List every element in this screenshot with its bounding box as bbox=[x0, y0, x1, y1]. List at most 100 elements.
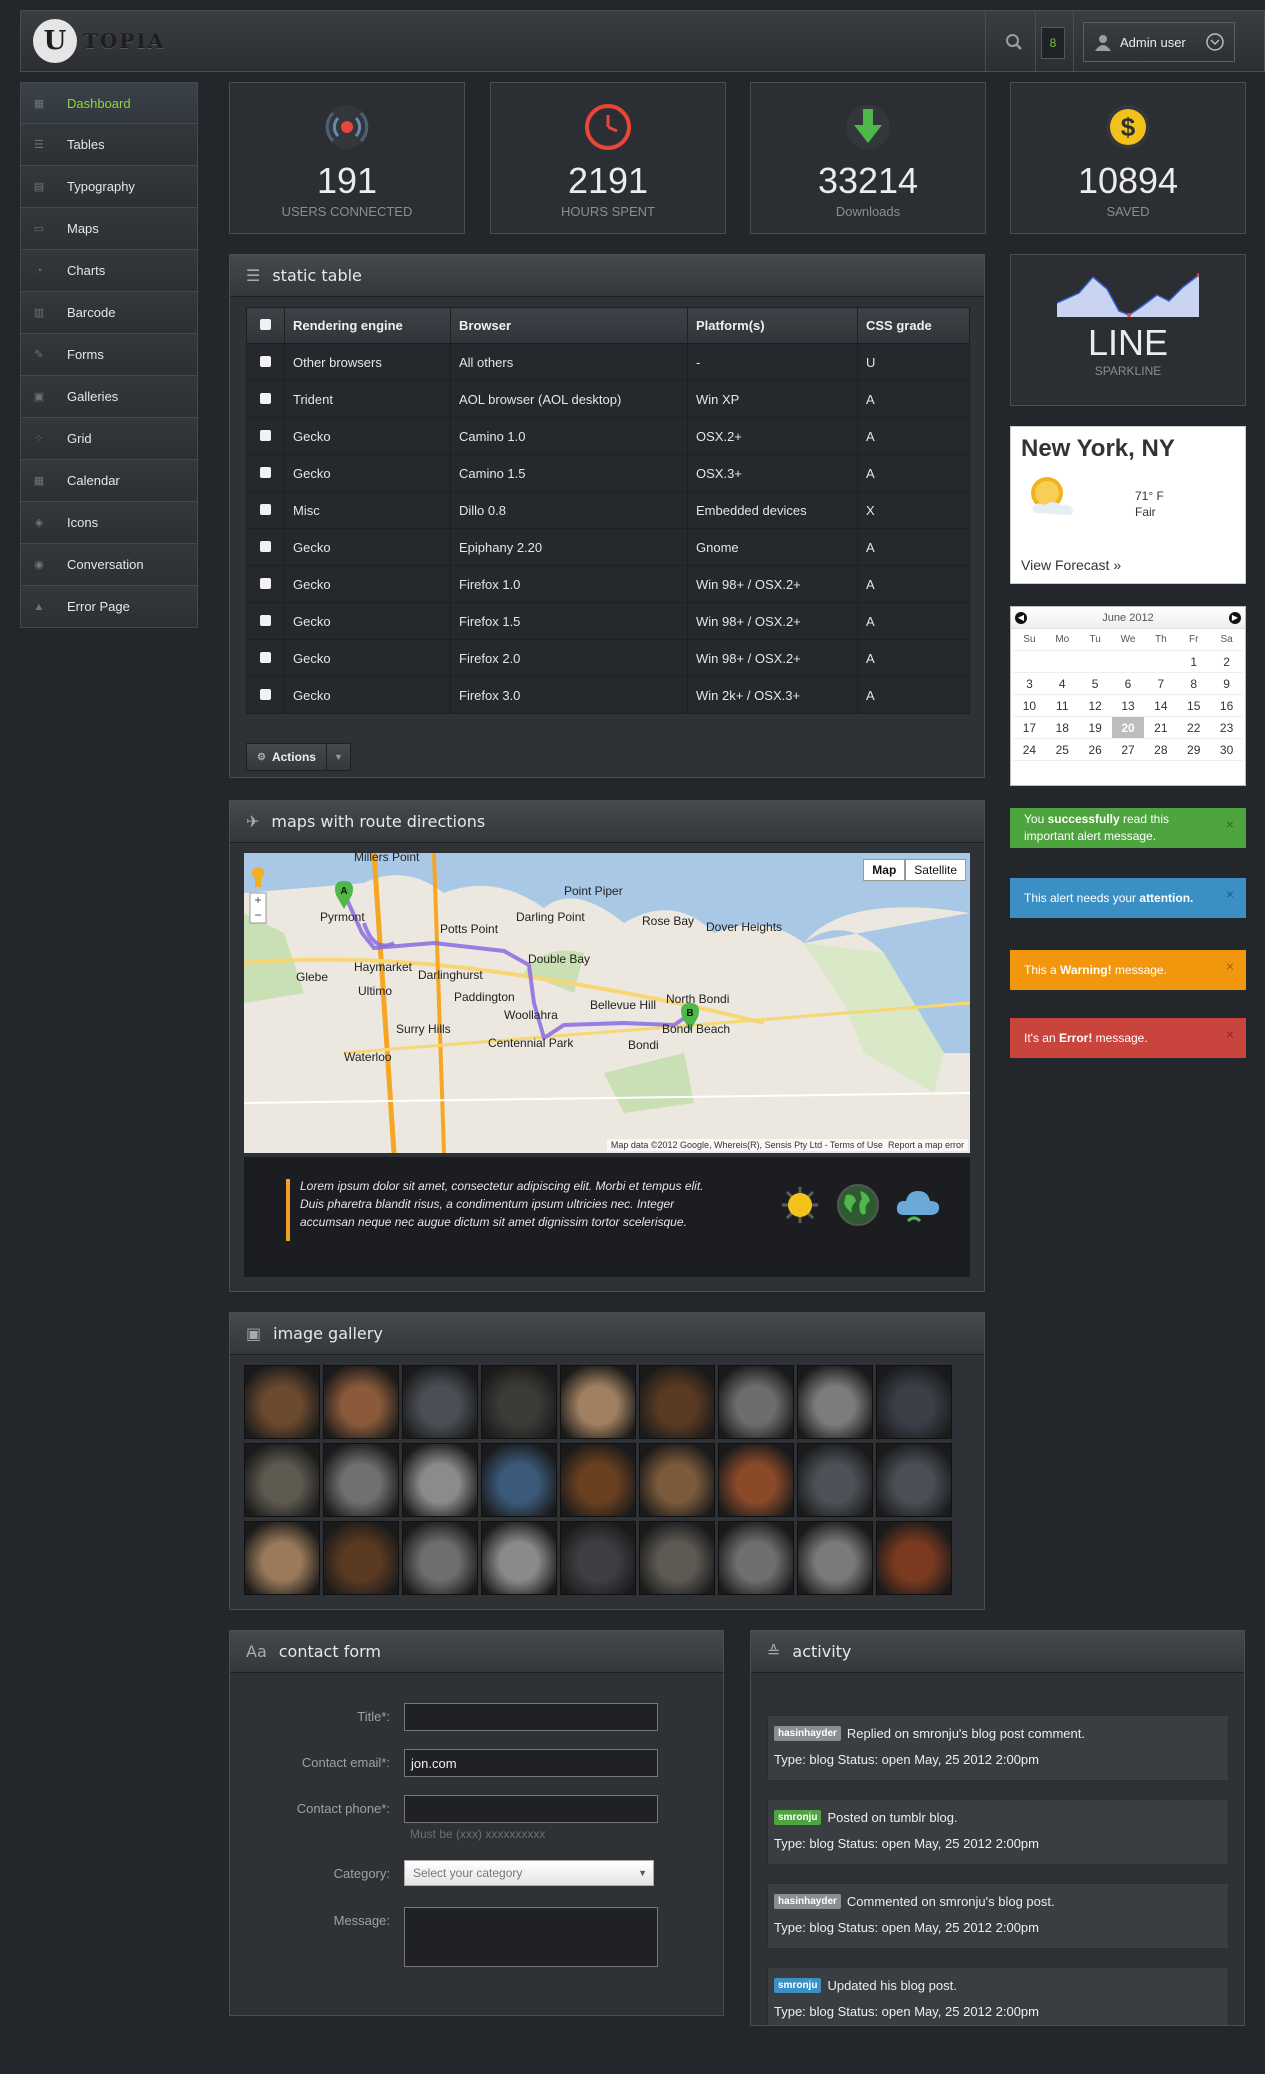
column-header[interactable]: Rendering engine bbox=[284, 307, 451, 344]
gallery-thumbnail[interactable] bbox=[639, 1365, 715, 1439]
sidebar-item-grid[interactable]: ⁘ Grid bbox=[20, 418, 198, 460]
calendar-day[interactable]: 19 bbox=[1078, 717, 1112, 739]
route-map[interactable]: A B Millers Point Pyrmont Potts Point Darli… bbox=[244, 853, 970, 1153]
calendar-day[interactable]: 7 bbox=[1144, 673, 1178, 695]
column-header[interactable]: Platform(s) bbox=[687, 307, 858, 344]
gallery-thumbnail[interactable] bbox=[797, 1365, 873, 1439]
notification-badge[interactable]: 8 bbox=[1041, 27, 1065, 59]
table-row[interactable]: Gecko Firefox 1.0 Win 98+ / OSX.2+ A bbox=[246, 565, 970, 603]
actions-caret-button[interactable]: ▼ bbox=[326, 743, 351, 771]
row-checkbox[interactable] bbox=[246, 602, 285, 640]
view-forecast-link[interactable]: View Forecast » bbox=[1021, 557, 1121, 573]
row-checkbox[interactable] bbox=[246, 343, 285, 381]
row-checkbox[interactable] bbox=[246, 380, 285, 418]
gallery-thumbnail[interactable] bbox=[560, 1521, 636, 1595]
gallery-thumbnail[interactable] bbox=[718, 1365, 794, 1439]
calendar-day[interactable]: 29 bbox=[1177, 739, 1211, 761]
sidebar-item-maps[interactable]: ▭ Maps bbox=[20, 208, 198, 250]
calendar-day[interactable]: 16 bbox=[1210, 695, 1243, 717]
logo[interactable]: U TOPIA bbox=[33, 19, 165, 63]
prev-month-button[interactable]: ◀ bbox=[1015, 611, 1027, 624]
gallery-thumbnail[interactable] bbox=[639, 1521, 715, 1595]
report-map-error-link[interactable]: Report a map error bbox=[888, 1140, 964, 1150]
gallery-thumbnail[interactable] bbox=[323, 1365, 399, 1439]
gallery-thumbnail[interactable] bbox=[718, 1521, 794, 1595]
calendar-day[interactable]: 30 bbox=[1210, 739, 1243, 761]
sidebar-item-typography[interactable]: ▤ Typography bbox=[20, 166, 198, 208]
calendar-day[interactable]: 6 bbox=[1111, 673, 1145, 695]
calendar-day[interactable]: 23 bbox=[1210, 717, 1243, 739]
table-row[interactable]: Gecko Epiphany 2.20 Gnome A bbox=[246, 528, 970, 566]
gallery-thumbnail[interactable] bbox=[481, 1443, 557, 1517]
gallery-thumbnail[interactable] bbox=[402, 1443, 478, 1517]
calendar-day[interactable]: 25 bbox=[1045, 739, 1079, 761]
close-icon[interactable]: × bbox=[1226, 1026, 1234, 1043]
table-row[interactable]: Trident AOL browser (AOL desktop) Win XP A bbox=[246, 380, 970, 418]
actions-button[interactable]: ⚙ Actions bbox=[246, 743, 327, 771]
gallery-thumbnail[interactable] bbox=[323, 1521, 399, 1595]
select-all-checkbox[interactable] bbox=[246, 307, 285, 344]
table-row[interactable]: Gecko Firefox 1.5 Win 98+ / OSX.2+ A bbox=[246, 602, 970, 640]
user-menu-button[interactable]: Admin user bbox=[1083, 22, 1235, 62]
calendar-day[interactable]: 20 bbox=[1111, 717, 1145, 739]
sidebar-item-charts[interactable]: ◔ Charts bbox=[20, 250, 198, 292]
calendar-day[interactable]: 4 bbox=[1045, 673, 1079, 695]
close-icon[interactable]: × bbox=[1226, 886, 1234, 903]
gallery-thumbnail[interactable] bbox=[244, 1521, 320, 1595]
calendar-day[interactable]: 3 bbox=[1013, 673, 1046, 695]
table-row[interactable]: Other browsers All others - U bbox=[246, 343, 970, 381]
gallery-thumbnail[interactable] bbox=[323, 1443, 399, 1517]
row-checkbox[interactable] bbox=[246, 528, 285, 566]
sidebar-item-error-page[interactable]: ▲ Error Page bbox=[20, 586, 198, 628]
calendar-day[interactable]: 28 bbox=[1144, 739, 1178, 761]
close-icon[interactable]: × bbox=[1226, 816, 1234, 833]
sidebar-item-calendar[interactable]: ▦ Calendar bbox=[20, 460, 198, 502]
user-tag[interactable]: hasinhayder bbox=[774, 1893, 841, 1909]
calendar-day[interactable]: 24 bbox=[1013, 739, 1046, 761]
row-checkbox[interactable] bbox=[246, 491, 285, 529]
sidebar-item-icons[interactable]: ◈ Icons bbox=[20, 502, 198, 544]
next-month-button[interactable]: ▶ bbox=[1228, 611, 1241, 624]
sidebar-item-dashboard[interactable]: ▦ Dashboard bbox=[20, 82, 198, 124]
calendar-day[interactable]: 10 bbox=[1013, 695, 1046, 717]
gallery-thumbnail[interactable] bbox=[876, 1365, 952, 1439]
category-select[interactable]: Select your category ▼ bbox=[404, 1860, 654, 1886]
calendar-day[interactable]: 17 bbox=[1013, 717, 1046, 739]
phone-input[interactable] bbox=[404, 1795, 658, 1823]
table-row[interactable]: Gecko Camino 1.5 OSX.3+ A bbox=[246, 454, 970, 492]
user-tag[interactable]: smronju bbox=[774, 1977, 822, 1993]
table-row[interactable]: Misc Dillo 0.8 Embedded devices X bbox=[246, 491, 970, 529]
table-row[interactable]: Gecko Firefox 2.0 Win 98+ / OSX.2+ A bbox=[246, 639, 970, 677]
map-view-button[interactable]: Map bbox=[863, 859, 906, 881]
calendar-day[interactable]: 5 bbox=[1078, 673, 1112, 695]
gallery-thumbnail[interactable] bbox=[560, 1365, 636, 1439]
user-tag[interactable]: smronju bbox=[774, 1809, 822, 1825]
sidebar-item-galleries[interactable]: ▣ Galleries bbox=[20, 376, 198, 418]
gallery-thumbnail[interactable] bbox=[876, 1521, 952, 1595]
gallery-thumbnail[interactable] bbox=[402, 1521, 478, 1595]
gallery-thumbnail[interactable] bbox=[797, 1521, 873, 1595]
calendar-day[interactable]: 27 bbox=[1111, 739, 1145, 761]
sidebar-item-barcode[interactable]: ▥ Barcode bbox=[20, 292, 198, 334]
calendar-day[interactable]: 15 bbox=[1177, 695, 1211, 717]
row-checkbox[interactable] bbox=[246, 454, 285, 492]
search-button[interactable] bbox=[997, 25, 1031, 59]
gallery-thumbnail[interactable] bbox=[718, 1443, 794, 1517]
calendar-day[interactable]: 18 bbox=[1045, 717, 1079, 739]
row-checkbox[interactable] bbox=[246, 417, 285, 455]
row-checkbox[interactable] bbox=[246, 639, 285, 677]
column-header[interactable]: Browser bbox=[450, 307, 688, 344]
calendar-day[interactable]: 11 bbox=[1045, 695, 1079, 717]
gallery-thumbnail[interactable] bbox=[560, 1443, 636, 1517]
calendar-day[interactable]: 12 bbox=[1078, 695, 1112, 717]
calendar-day[interactable]: 13 bbox=[1111, 695, 1145, 717]
column-header[interactable]: CSS grade bbox=[857, 307, 970, 344]
gallery-thumbnail[interactable] bbox=[244, 1365, 320, 1439]
gallery-thumbnail[interactable] bbox=[797, 1443, 873, 1517]
gallery-thumbnail[interactable] bbox=[639, 1443, 715, 1517]
calendar-day[interactable]: 22 bbox=[1177, 717, 1211, 739]
calendar-day[interactable]: 14 bbox=[1144, 695, 1178, 717]
calendar-day[interactable]: 1 bbox=[1177, 651, 1211, 673]
calendar-day[interactable]: 9 bbox=[1210, 673, 1243, 695]
gallery-thumbnail[interactable] bbox=[481, 1521, 557, 1595]
